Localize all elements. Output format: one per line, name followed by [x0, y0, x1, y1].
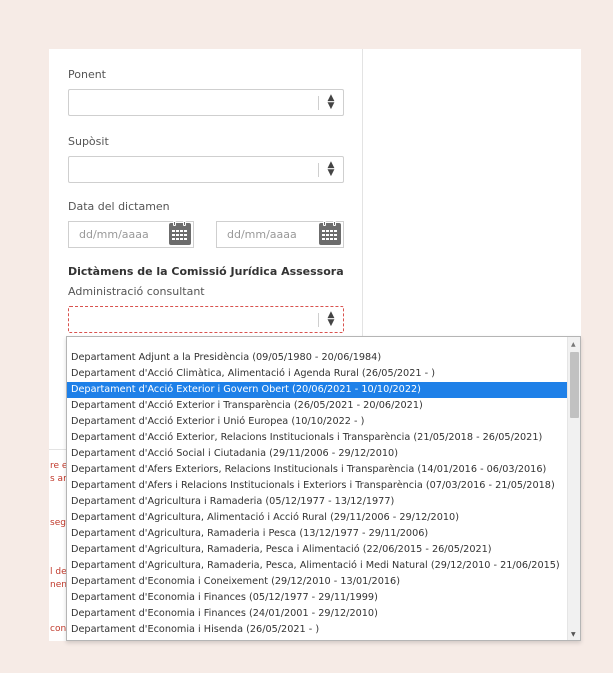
- ponent-label: Ponent: [68, 68, 106, 81]
- dropdown-option[interactable]: Departament d'Acció Climàtica, Alimentac…: [67, 366, 567, 382]
- suposit-select[interactable]: ▲ ▼: [68, 156, 344, 183]
- dropdown-option[interactable]: Departament d'Acció Exterior i Transparè…: [67, 398, 567, 414]
- dropdown-option[interactable]: Departament d'Acció Exterior i Govern Ob…: [67, 382, 567, 398]
- option-list: Departament Adjunt a la Presidència (09/…: [67, 350, 567, 640]
- dropdown-option[interactable]: Departament d'Agricultura, Ramaderia, Pe…: [67, 542, 567, 558]
- dropdown-option[interactable]: Departament d'Agricultura, Alimentació i…: [67, 510, 567, 526]
- dropdown-option[interactable]: Departament d'Acció Social i Ciutadania …: [67, 446, 567, 462]
- dropdown-option[interactable]: Departament d'Economia i Coneixement (29…: [67, 574, 567, 590]
- date-to-placeholder: dd/mm/aaaa: [227, 228, 297, 241]
- sort-arrows-icon: ▲ ▼: [327, 310, 335, 328]
- dropdown-option[interactable]: Departament d'Economia i Finances (05/12…: [67, 590, 567, 606]
- administracio-dropdown[interactable]: Departament Adjunt a la Presidència (09/…: [66, 336, 581, 641]
- dropdown-option[interactable]: Departament d'Economia i Finances (24/01…: [67, 606, 567, 622]
- date-from-placeholder: dd/mm/aaaa: [79, 228, 149, 241]
- dropdown-option[interactable]: Departament d'Agricultura i Ramaderia (0…: [67, 494, 567, 510]
- data-dictamen-label: Data del dictamen: [68, 200, 170, 213]
- admin-label: Administració consultant: [68, 285, 205, 298]
- scroll-thumb[interactable]: [570, 352, 579, 418]
- ponent-select[interactable]: ▲ ▼: [68, 89, 344, 116]
- calendar-to-icon[interactable]: [319, 221, 341, 245]
- sort-arrows-icon: ▲ ▼: [327, 93, 335, 111]
- scroll-down-icon[interactable]: ▼: [571, 631, 576, 638]
- dropdown-option[interactable]: Departament d'Acció Exterior, Relacions …: [67, 430, 567, 446]
- suposit-label: Supòsit: [68, 135, 109, 148]
- dropdown-option[interactable]: Departament d'Economia, Finances i Plani…: [67, 638, 567, 640]
- dropdown-option[interactable]: Departament d'Agricultura, Ramaderia, Pe…: [67, 558, 567, 574]
- peek-text: l de: [50, 567, 67, 577]
- select-divider: [318, 96, 319, 110]
- select-divider: [318, 313, 319, 327]
- dropdown-option[interactable]: Departament d'Afers Exteriors, Relacions…: [67, 462, 567, 478]
- section-heading: Dictàmens de la Comissió Jurídica Assess…: [68, 265, 344, 278]
- sort-arrows-icon: ▲ ▼: [327, 160, 335, 178]
- dropdown-option[interactable]: Departament d'Acció Exterior i Unió Euro…: [67, 414, 567, 430]
- scrollbar[interactable]: ▲ ▼: [567, 337, 580, 640]
- dropdown-option[interactable]: Departament d'Economia i Hisenda (26/05/…: [67, 622, 567, 638]
- dropdown-option[interactable]: Departament d'Agricultura, Ramaderia i P…: [67, 526, 567, 542]
- dropdown-option[interactable]: Departament d'Afers i Relacions Instituc…: [67, 478, 567, 494]
- peek-text: re e: [50, 461, 68, 471]
- administracio-select[interactable]: ▲ ▼: [68, 306, 344, 333]
- scroll-up-icon[interactable]: ▲: [571, 341, 576, 348]
- calendar-from-icon[interactable]: [169, 221, 191, 245]
- select-divider: [318, 163, 319, 177]
- dropdown-option[interactable]: Departament Adjunt a la Presidència (09/…: [67, 350, 567, 366]
